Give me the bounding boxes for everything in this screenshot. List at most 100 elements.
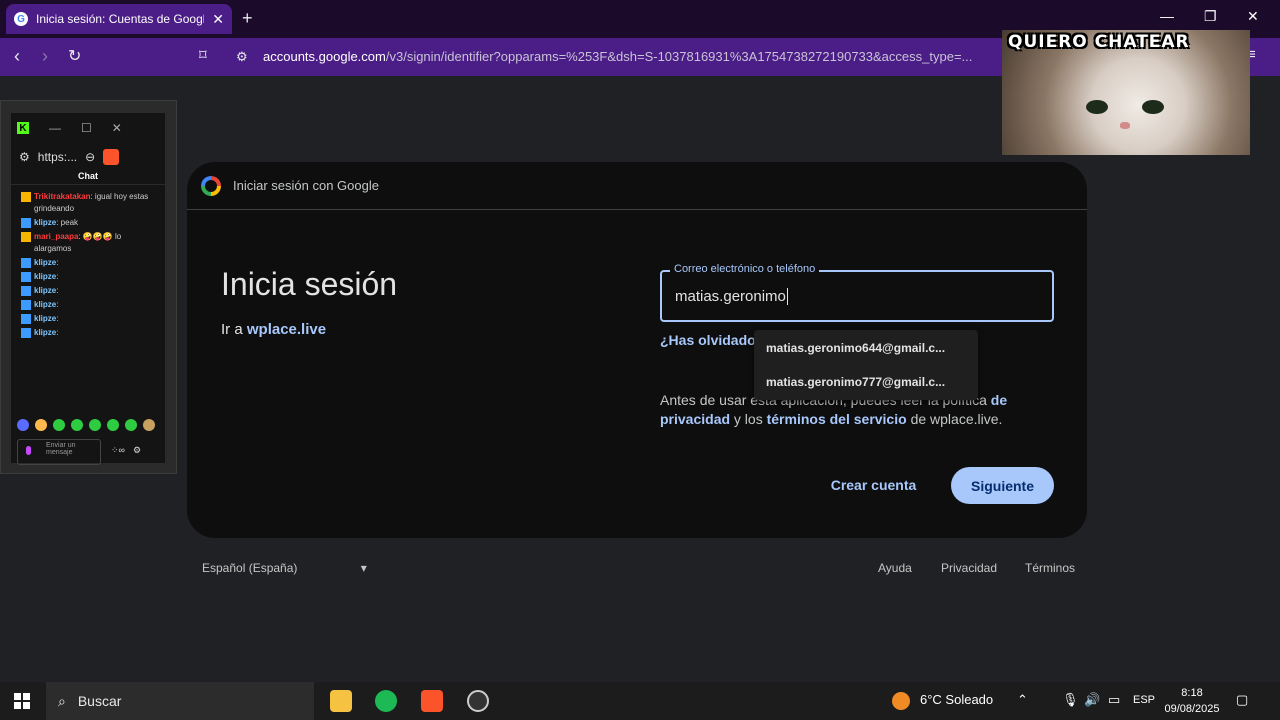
language-selector[interactable]: Español (España) ▾ — [202, 561, 367, 575]
search-icon: ⌕ — [58, 692, 66, 709]
meme-caption: QUIERO CHATEAR — [1008, 32, 1190, 52]
chat-username[interactable]: klipze — [34, 272, 56, 281]
app-icon[interactable] — [467, 690, 489, 712]
terms-link[interactable]: términos del servicio — [767, 411, 907, 427]
chat-username[interactable]: klipze — [34, 314, 56, 323]
chat-username[interactable]: Trikitrakatakan — [34, 192, 90, 201]
kitten-eye — [1142, 100, 1164, 114]
emote-icon[interactable] — [35, 419, 47, 431]
chat-message: klipze: — [21, 257, 155, 269]
weather-icon — [892, 692, 910, 710]
chat-message-body: klipze: — [34, 327, 58, 339]
signin-header-text: Iniciar sesión con Google — [233, 178, 379, 193]
tab-title: Inicia sesión: Cuentas de Google — [36, 12, 205, 26]
maximize-icon[interactable]: ☐ — [81, 121, 92, 135]
notifications-icon[interactable]: ▢ — [1236, 692, 1248, 708]
chat-popup-window: K — ☐ ✕ ⚙ https:... ⊖ Chat Trikitrakatak… — [0, 100, 177, 474]
google-favicon-icon: G — [14, 12, 28, 26]
user-badge-icon — [21, 300, 31, 310]
kitten-eye — [1086, 100, 1108, 114]
help-link[interactable]: Ayuda — [878, 561, 912, 575]
user-badge-icon — [21, 232, 31, 242]
site-settings-icon[interactable]: ⚙ — [19, 150, 30, 164]
chat-url[interactable]: https:... — [38, 150, 77, 164]
create-account-button[interactable]: Crear cuenta — [821, 467, 926, 503]
settings-icon[interactable]: ⚙ — [133, 445, 141, 456]
signin-card: Iniciar sesión con Google Inicia sesión … — [187, 162, 1087, 538]
user-badge-icon — [21, 328, 31, 338]
spotify-icon[interactable] — [375, 690, 397, 712]
chat-message-body: klipze: — [34, 271, 58, 283]
chat-username[interactable]: mari_paapa — [34, 232, 78, 241]
restore-icon[interactable]: ❐ — [1204, 8, 1217, 25]
user-badge-icon — [21, 258, 31, 268]
dropdown-arrow-icon: ▾ — [360, 561, 367, 575]
back-icon[interactable]: ‹ — [14, 46, 20, 67]
chat-username[interactable]: klipze — [34, 286, 56, 295]
weather-text[interactable]: 6°C Soleado — [920, 692, 993, 707]
terms-footer-link[interactable]: Términos — [1025, 561, 1075, 575]
forward-icon[interactable]: › — [42, 46, 48, 67]
privacy-footer-link[interactable]: Privacidad — [941, 561, 997, 575]
brave-shield-icon[interactable] — [103, 149, 120, 165]
autofill-suggestion[interactable]: matias.geronimo644@gmail.c... — [754, 336, 978, 370]
emote-icon[interactable] — [17, 419, 29, 431]
microphone-icon[interactable]: 🎙 — [1062, 692, 1079, 708]
users-icon[interactable]: ⁘∞ — [111, 445, 125, 456]
language-label: Español (España) — [202, 561, 298, 575]
chat-username[interactable]: klipze — [34, 328, 56, 337]
close-tab-icon[interactable]: ✕ — [212, 11, 224, 28]
zoom-icon[interactable]: ⊖ — [85, 150, 95, 164]
minimize-icon[interactable]: — — [1160, 8, 1174, 24]
email-field[interactable]: Correo electrónico o teléfono matias.ger… — [660, 263, 1054, 322]
emote-icon[interactable] — [125, 419, 137, 431]
next-button[interactable]: Siguiente — [951, 467, 1054, 504]
chat-message-body: klipze: — [34, 313, 58, 325]
address-bar[interactable]: accounts.google.com/v3/signin/identifier… — [263, 49, 972, 64]
chat-input[interactable]: Enviar un mensaje — [17, 439, 101, 465]
kitten-meme-image: QUIERO CHATEAR — [1002, 30, 1250, 155]
volume-icon[interactable]: 🔊 — [1084, 692, 1100, 708]
clock[interactable]: 8:18 09/08/2025 — [1160, 685, 1224, 717]
page-title: Inicia sesión — [221, 266, 398, 302]
file-explorer-icon[interactable] — [330, 690, 352, 712]
taskbar-search[interactable]: ⌕ Buscar — [46, 682, 314, 720]
chat-message: Trikitrakatakan: igual hoy estas grindea… — [21, 191, 155, 215]
emote-bar — [17, 419, 155, 431]
screen: G Inicia sesión: Cuentas de Google ✕ + —… — [0, 0, 1280, 720]
emote-icon[interactable] — [71, 419, 83, 431]
browser-tab-active[interactable]: G Inicia sesión: Cuentas de Google ✕ — [6, 4, 232, 34]
emote-icon[interactable] — [143, 419, 155, 431]
email-field-value[interactable]: matias.geronimo — [675, 288, 788, 305]
chat-username[interactable]: klipze — [34, 218, 56, 227]
clock-time: 8:18 — [1181, 687, 1203, 699]
brave-browser-icon[interactable] — [421, 690, 443, 712]
new-tab-icon[interactable]: + — [242, 8, 253, 29]
emote-icon[interactable] — [53, 419, 65, 431]
forgot-email-link[interactable]: ¿Has olvidado t — [660, 332, 764, 348]
site-info-icon[interactable]: ⚙ — [236, 49, 248, 65]
app-link[interactable]: wplace.live — [247, 321, 326, 338]
language-indicator[interactable]: ESP — [1133, 694, 1155, 706]
autofill-suggestions: matias.geronimo644@gmail.c... matias.ger… — [754, 330, 978, 400]
windows-start-icon[interactable] — [14, 693, 30, 709]
bookmark-icon[interactable]: ⌑ — [199, 46, 207, 64]
privacy-link[interactable]: privacidad — [660, 411, 730, 427]
mic-icon[interactable] — [26, 446, 31, 455]
privacy-link-de[interactable]: de — [991, 392, 1007, 408]
emote-icon[interactable] — [107, 419, 119, 431]
minimize-icon[interactable]: — — [49, 121, 61, 135]
user-badge-icon — [21, 314, 31, 324]
windows-taskbar: ⌕ Buscar 6°C Soleado ⌃ 🎙 🔊 ▭ ESP 8:18 09… — [0, 682, 1280, 720]
close-window-icon[interactable]: ✕ — [1247, 8, 1259, 25]
network-icon[interactable]: ▭ — [1108, 692, 1120, 708]
chat-window-urlbar: ⚙ https:... ⊖ — [11, 143, 165, 171]
chat-message: klipze: — [21, 271, 155, 283]
chat-username[interactable]: klipze — [34, 300, 56, 309]
emote-icon[interactable] — [89, 419, 101, 431]
autofill-suggestion[interactable]: matias.geronimo777@gmail.c... — [754, 370, 978, 404]
chat-username[interactable]: klipze — [34, 258, 56, 267]
close-icon[interactable]: ✕ — [112, 121, 122, 135]
reload-icon[interactable]: ↻ — [68, 46, 81, 66]
tray-chevron-icon[interactable]: ⌃ — [1017, 692, 1028, 708]
